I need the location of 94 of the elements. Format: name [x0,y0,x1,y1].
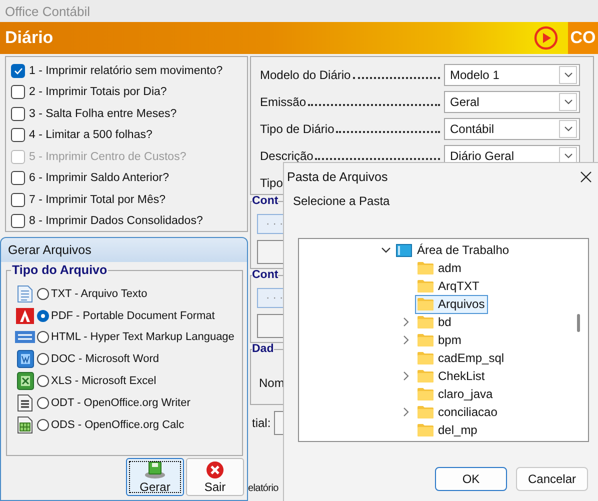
radio-label: DOC - Microsoft Word [51,353,159,366]
tree-item[interactable]: del_mp [415,420,480,440]
cancel-button[interactable]: Cancelar [516,467,588,491]
checkbox-label: 4 - Limitar a 500 folhas? [29,129,152,142]
tree-item[interactable]: bpm [415,330,464,350]
field-label: Tipo [260,176,283,190]
radio-label: XLS - Microsoft Excel [51,375,156,388]
radio-label: PDF - Portable Document Format [51,310,215,322]
field-label: Modelo do Diário [260,68,351,82]
radio-button[interactable] [37,396,49,409]
folder-icon [417,279,434,293]
dialog-title: Gerar Arquivos [1,238,247,262]
radio-button[interactable] [37,353,49,366]
checkbox[interactable] [11,128,25,142]
checkbox-label: 8 - Imprimir Dados Consolidados? [29,215,203,228]
field-label: Tipo de Diário [260,122,334,136]
field-label: Nom [259,376,284,390]
dialog-title: Pasta de Arquivos [287,170,389,184]
exit-button[interactable]: Sair [186,458,244,496]
disk-icon [144,460,166,478]
field-label: Emissão [260,94,306,108]
window-title: Office Contábil [0,0,598,22]
checkbox[interactable] [11,192,25,207]
writer-file-icon [17,394,33,412]
ok-button[interactable]: OK [435,467,507,491]
tree-item[interactable]: bd [415,312,454,332]
page-title: Diário [4,28,54,48]
check-icon [14,66,22,75]
radio-button[interactable] [37,310,49,322]
group-title: Cont [252,269,278,281]
group-title: Tipo do Arquivo [11,263,108,277]
checkbox-label: 7 - Imprimir Total por Mês? [29,194,166,206]
excel-file-icon [16,372,34,390]
radio-label: ODS - OpenOffice.org Calc [51,418,184,431]
checkbox[interactable] [11,171,25,186]
radio-button[interactable] [37,418,49,431]
checkbox[interactable] [11,214,25,228]
close-icon [206,460,224,478]
play-icon[interactable] [534,26,558,50]
chevron-icon [564,72,572,78]
folder-icon [417,261,434,275]
tree-item[interactable]: cadEmp_sql [415,348,508,368]
radio-label: ODT - OpenOffice.org Writer [51,396,190,409]
group-title: Cont [252,195,278,207]
folder-icon [417,387,434,401]
folder-icon [417,369,434,383]
tree-item[interactable]: ArqTXT [415,276,482,296]
scrollbar-thumb[interactable] [577,314,580,332]
calc-file-icon [17,416,33,434]
checkbox[interactable] [11,85,25,100]
radio-button[interactable] [37,375,49,388]
prompt-text: Selecione a Pasta [293,194,390,208]
group-title: Dad [252,343,274,355]
radio-button[interactable] [37,331,49,344]
checkbox-label: 2 - Imprimir Totais por Dia? [29,86,167,98]
dropdown[interactable]: Contábil [444,118,580,140]
tree-item[interactable]: claro_java [415,384,496,404]
checkbox-label: 6 - Imprimir Saldo Anterior? [29,172,169,184]
generate-button[interactable]: Gerar [126,458,184,496]
tree-item[interactable]: Área de Trabalho [417,243,510,257]
folder-icon [417,405,434,419]
radio-label: HTML - Hyper Text Markup Language [51,331,234,344]
chevron-icon[interactable] [381,246,391,254]
tree-item[interactable]: ChekList [415,366,488,386]
folder-icon [417,351,434,365]
folder-icon [417,423,434,437]
desktop-icon [396,244,412,256]
radio-label: TXT - Arquivo Texto [51,288,148,300]
checkbox-label: 1 - Imprimir relatório sem movimento? [29,64,223,77]
field-label: tial: [252,416,271,430]
checkbox[interactable] [11,64,25,78]
checkbox-label: 3 - Salta Folha entre Meses? [29,108,177,120]
checkbox[interactable] [11,106,25,121]
web-file-icon [15,330,35,344]
tree-item[interactable]: adm [415,258,464,278]
chevron-icon [564,98,572,104]
folder-icon [417,333,434,347]
field-label: elatório [248,483,278,494]
dropdown[interactable]: Geral [444,90,580,112]
folder-icon [417,315,434,329]
field-label: Descrição [260,148,314,162]
word-file-icon [16,350,34,368]
tree-item[interactable]: Arquivos [415,294,488,314]
logo-badge: CO [568,22,598,54]
tree-item[interactable]: conciliacao [415,402,500,422]
dropdown[interactable]: Modelo 1 [444,64,580,86]
text-file-icon [17,284,33,303]
radio-button[interactable] [37,288,49,300]
pdf-icon [16,306,34,325]
checkbox-label: 5 - Imprimir Centro de Custos? [29,150,186,163]
close-icon[interactable] [580,171,592,183]
chevron-icon [564,152,572,158]
chevron-icon [564,126,572,132]
folder-icon [417,297,434,311]
